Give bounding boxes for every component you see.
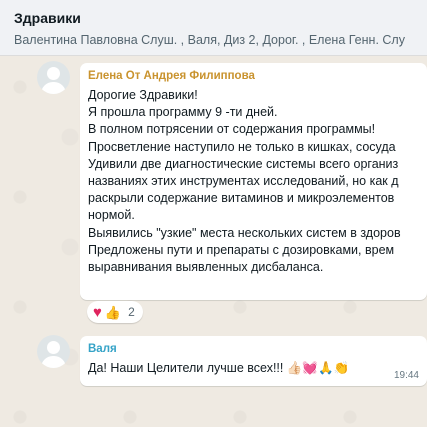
message-line: названиях этих инструментах исследований… — [88, 173, 399, 188]
message-bubble[interactable]: Елена От Андрея Филиппова Дорогие Здрави… — [80, 63, 427, 300]
message-list[interactable]: Елена От Андрея Филиппова Дорогие Здрави… — [0, 57, 427, 427]
message-timestamp: 19:44 — [393, 370, 419, 381]
avatar-body-shape — [41, 82, 66, 94]
reactions-pill[interactable]: ♥ 👍 2 — [87, 301, 143, 323]
avatar-body-shape — [41, 356, 66, 368]
chat-title: Здравики — [14, 10, 81, 26]
avatar-head-shape — [47, 67, 60, 80]
message-line: нормой. — [88, 208, 135, 223]
message-line: В полном потрясении от содержания програ… — [88, 122, 376, 137]
message-sender[interactable]: Елена От Андрея Филиппова — [88, 69, 420, 84]
message-bubble[interactable]: Валя Да! Наши Целители лучше всех!!! 👍🏻💓… — [80, 336, 427, 386]
avatar-head-shape — [47, 341, 60, 354]
message-line: Я прошла программу 9 -ти дней. — [88, 105, 278, 120]
members-list: Валентина Павловна Слуш. , Валя, Диз 2, … — [14, 33, 405, 47]
message-text: Дорогие Здравики! Я прошла программу 9 -… — [88, 87, 420, 276]
message-line: Выявились "узкие" места нескольких систе… — [88, 225, 401, 240]
sender-avatar[interactable] — [37, 61, 70, 94]
chat-header[interactable]: Здравики Валентина Павловна Слуш. , Валя… — [0, 0, 427, 56]
message-line: Предложены пути и препараты с дозировкам… — [88, 242, 395, 257]
reaction-count: 2 — [128, 305, 135, 319]
message-line: Просветление наступило не только в кишка… — [88, 139, 396, 154]
message-line: Удивили две диагностические системы всег… — [88, 156, 399, 171]
heart-icon: ♥ — [93, 303, 102, 321]
message-line: раскрыли содержание витаминов и микроэле… — [88, 191, 395, 206]
message-sender[interactable]: Валя — [88, 342, 420, 357]
message-line: выравнивания выявленных дисбаланса. — [88, 259, 324, 274]
message-line: Дорогие Здравики! — [88, 88, 198, 102]
message-text: Да! Наши Целители лучше всех!!! 👍🏻💓🙏👏 — [88, 361, 350, 375]
sender-avatar[interactable] — [37, 335, 70, 368]
thumbs-up-icon: 👍 — [104, 304, 122, 320]
